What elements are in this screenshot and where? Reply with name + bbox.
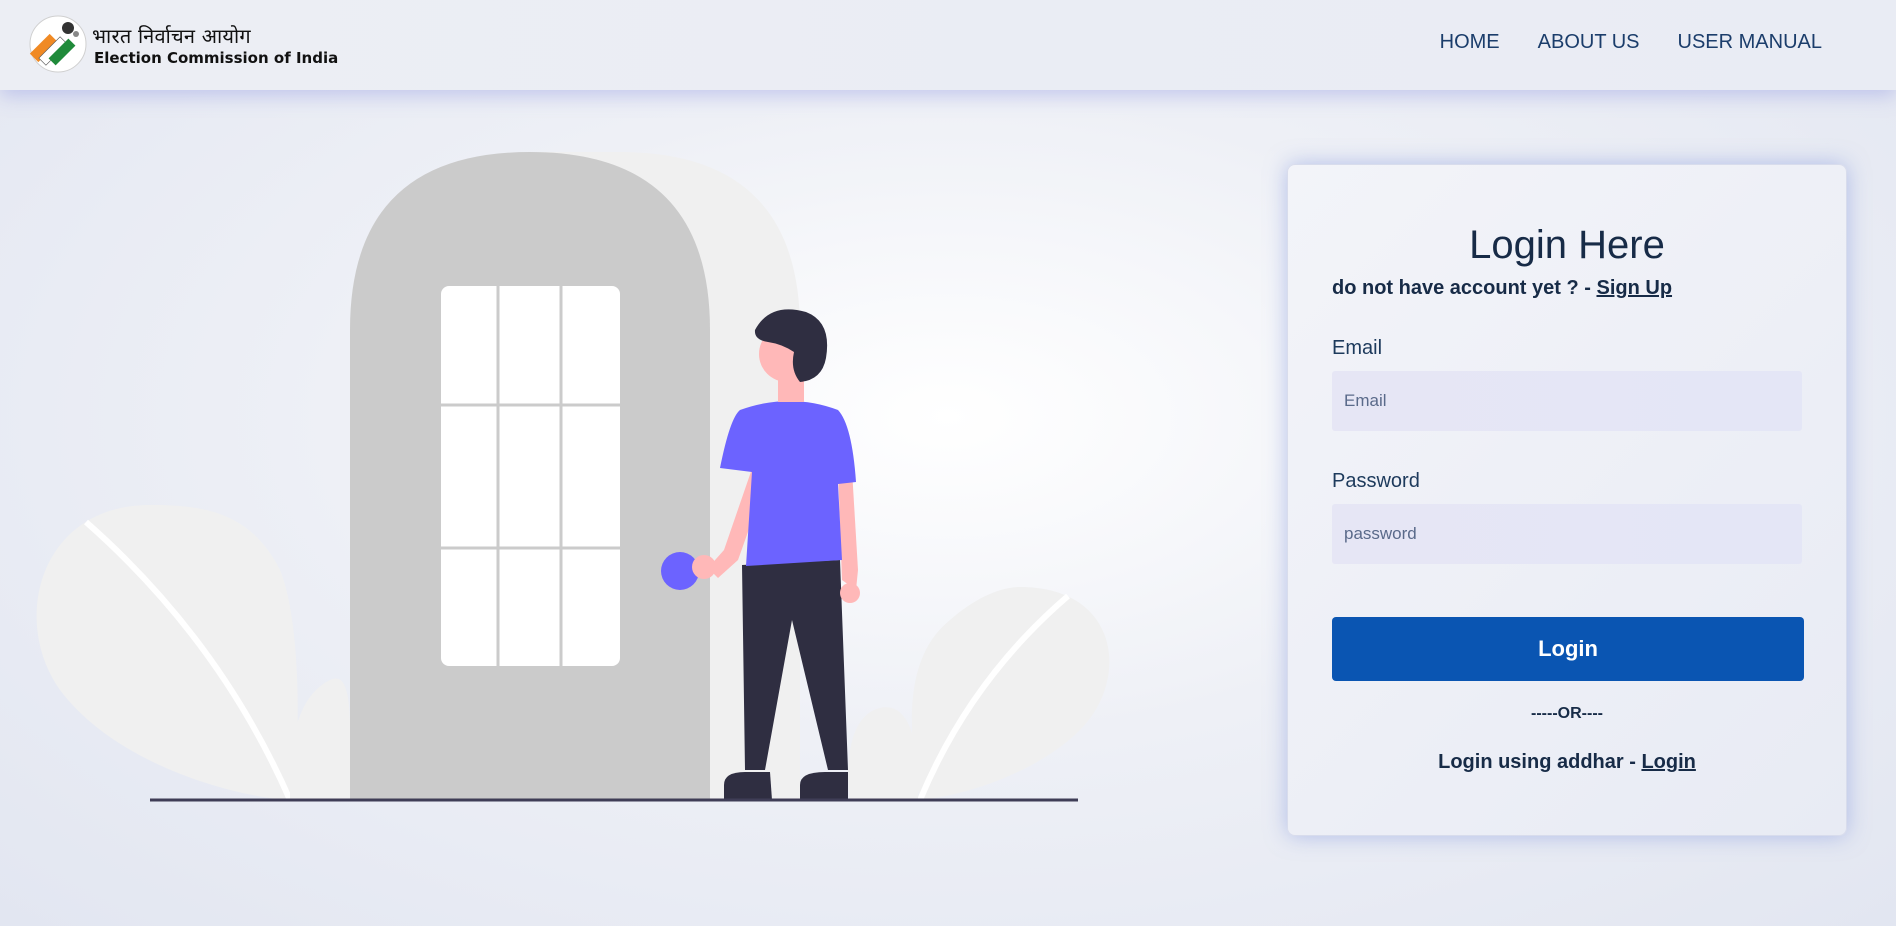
eci-logo-icon <box>29 15 87 73</box>
nav-user-manual-link[interactable]: USER MANUAL <box>1678 31 1822 54</box>
addhar-prompt-text: Login using addhar - <box>1438 751 1642 773</box>
login-title: Login Here <box>1469 223 1665 267</box>
signup-prompt: do not have account yet ? - Sign Up <box>1332 277 1672 300</box>
nav-home-link[interactable]: HOME <box>1440 31 1500 54</box>
top-navbar: भारत निर्वाचन आयोग Election Commission o… <box>0 0 1896 90</box>
password-label: Password <box>1332 470 1420 492</box>
logo-hindi-text: भारत निर्वाचन आयोग <box>92 24 251 48</box>
nav-about-link[interactable]: ABOUT US <box>1538 31 1640 54</box>
login-button[interactable]: Login <box>1332 617 1804 681</box>
or-divider: -----OR---- <box>1531 705 1603 722</box>
email-input[interactable] <box>1332 371 1802 431</box>
email-label: Email <box>1332 337 1383 359</box>
logo-english-text: Election Commission of India <box>94 49 339 67</box>
nav-links: HOME ABOUT US USER MANUAL <box>1440 31 1822 54</box>
door-illustration <box>36 152 1110 802</box>
login-card: Login Here do not have account yet ? - S… <box>1287 164 1847 836</box>
signup-prompt-text: do not have account yet ? - <box>1332 277 1597 299</box>
signup-link[interactable]: Sign Up <box>1596 277 1672 299</box>
addhar-login-link[interactable]: Login <box>1641 751 1695 773</box>
addhar-login-prompt: Login using addhar - Login <box>1288 751 1846 774</box>
password-input[interactable] <box>1332 504 1802 564</box>
